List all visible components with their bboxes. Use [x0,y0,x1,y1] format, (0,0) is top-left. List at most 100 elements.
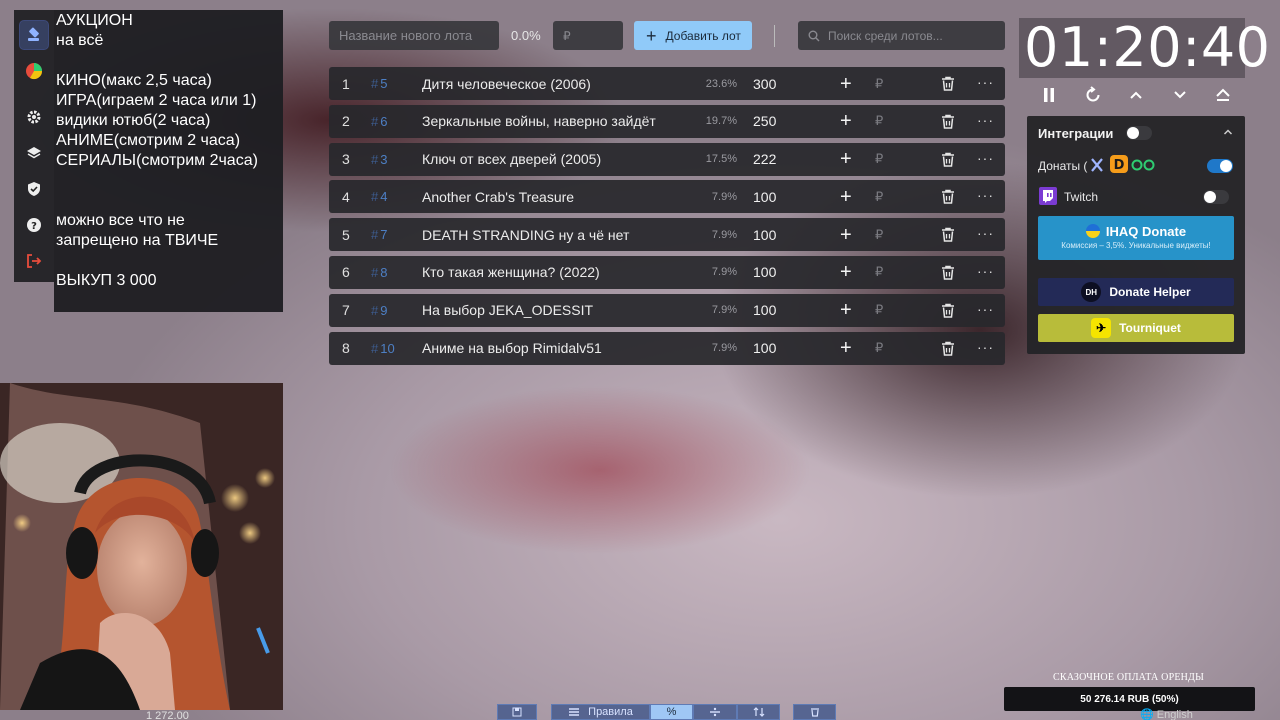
donations-toggle[interactable] [1207,159,1233,173]
add-amount-button[interactable]: + [840,187,852,207]
pie-chart-icon [26,63,43,80]
timer-display: 01:20:40 [1024,16,1271,79]
more-options-icon[interactable]: ··· [977,74,994,90]
rules-button[interactable]: Правила [551,704,650,720]
lot-price-input[interactable]: ₽ [553,21,623,50]
twitch-logo-icon [1039,187,1057,205]
sidebar-stats-button[interactable] [19,56,49,86]
collapse-button[interactable] [1209,82,1237,108]
clear-lots-button[interactable] [793,704,836,720]
rules-label: Правила [588,706,633,718]
tourniquet-button[interactable]: ✈ Tourniquet [1038,314,1234,342]
integrations-panel: Интеграции Донаты ( D Twitch IHAQ Donate… [1027,116,1245,354]
chevron-up-icon [1130,91,1142,99]
divide-icon [710,707,720,717]
lot-id: #3 [371,151,388,167]
lot-amount-input[interactable]: ₽ [875,151,883,167]
sidebar-settings-button[interactable] [19,102,49,132]
add-lot-label: Добавить лот [665,28,741,43]
table-row: 3 #3 Ключ от всех дверей (2005) 17.5% 22… [329,142,1005,176]
add-amount-button[interactable]: + [840,262,852,282]
more-options-icon[interactable]: ··· [977,225,994,241]
lot-search-input[interactable]: Поиск среди лотов... [798,21,1005,50]
shield-icon [28,182,40,196]
layers-icon [27,147,41,159]
lot-name[interactable]: DEATH STRANDING ну а чё нет [422,227,629,243]
save-button[interactable] [497,704,537,720]
lot-amount-input[interactable]: ₽ [875,227,883,243]
lot-percent: 7.9% [711,190,737,203]
more-options-icon[interactable]: ··· [977,112,994,128]
logout-icon [27,254,42,268]
lot-name[interactable]: Зеркальные войны, наверно зайдёт [422,113,656,129]
add-amount-button[interactable]: + [840,74,852,94]
sidebar-logout-button[interactable] [19,246,49,276]
add-lot-button[interactable]: + Добавить лот [634,21,752,50]
trash-icon[interactable] [941,341,955,356]
reset-timer-button[interactable] [1079,82,1107,108]
lot-name[interactable]: На выбор JEKA_ODESSIT [422,302,593,318]
lot-amount-input[interactable]: ₽ [875,189,883,205]
percent-mode-button[interactable]: % [650,704,693,720]
gear-icon [27,110,41,124]
sidebar-security-button[interactable] [19,174,49,204]
lot-name-input[interactable] [329,21,499,50]
twitch-toggle[interactable] [1203,190,1229,204]
sidebar-layers-button[interactable] [19,138,49,168]
trash-icon[interactable] [941,76,955,91]
more-options-icon[interactable]: ··· [977,339,994,355]
language-selector[interactable]: 🌐 English [1140,708,1193,720]
add-amount-button[interactable]: + [840,225,852,245]
lot-id: #8 [371,264,388,280]
lot-amount-input[interactable]: ₽ [875,264,883,280]
timer-controls [1034,82,1234,108]
split-button[interactable] [693,704,737,720]
lot-percent: 7.9% [711,304,737,317]
trash-icon[interactable] [941,189,955,205]
more-options-icon[interactable]: ··· [977,187,994,203]
more-options-icon[interactable]: ··· [977,150,994,166]
sidebar-help-button[interactable]: ? [19,210,49,240]
lot-amount-input[interactable]: ₽ [875,76,883,92]
add-amount-button[interactable]: + [840,338,852,358]
donationalerts-logo-icon: D [1110,155,1128,173]
more-options-icon[interactable]: ··· [977,263,994,279]
add-amount-button[interactable]: + [840,111,852,131]
lot-name[interactable]: Кто такая женщина? (2022) [422,264,600,280]
lot-amount-input[interactable]: ₽ [875,113,883,129]
plus-icon: + [646,25,657,46]
lot-amount-input[interactable]: ₽ [875,340,883,356]
lot-position: 5 [342,226,350,243]
trash-icon[interactable] [941,227,955,242]
lot-name[interactable]: Аниме на выбор Rimidalv51 [422,340,602,356]
add-amount-button[interactable]: + [840,149,852,169]
lot-name[interactable]: Дитя человеческое (2006) [422,76,591,92]
sort-button[interactable] [737,704,780,720]
donations-label: Донаты ( [1038,159,1088,173]
subtract-time-button[interactable] [1166,82,1194,108]
add-time-button[interactable] [1122,82,1150,108]
trash-icon[interactable] [941,152,955,167]
points-counter: 1 272.00 [146,710,189,720]
toolbar: 0.0% ₽ + Добавить лот Поиск среди лотов.… [329,21,1005,50]
lots-table: 1 #5 Дитя человеческое (2006) 23.6% 300 … [329,67,1005,369]
ihaq-donate-button[interactable]: IHAQ Donate Комиссия – 3,5%. Уникальные … [1038,216,1234,260]
lot-amount-input[interactable]: ₽ [875,302,883,318]
more-options-icon[interactable]: ··· [977,301,994,317]
twitch-label: Twitch [1064,190,1099,204]
donate-helper-button[interactable]: DH Donate Helper [1038,278,1234,306]
integrations-toggle[interactable] [1126,126,1152,140]
lot-position: 3 [342,151,350,168]
trash-icon[interactable] [941,265,955,280]
trash-icon[interactable] [941,114,955,129]
chevron-down-icon [1174,91,1186,99]
chevron-up-icon[interactable] [1223,128,1233,136]
integrations-title: Интеграции [1038,126,1114,141]
lot-name[interactable]: Ключ от всех дверей (2005) [422,151,601,167]
lot-name[interactable]: Another Crab's Treasure [422,189,574,205]
trash-icon[interactable] [941,303,955,318]
sidebar-auction-button[interactable] [19,20,49,50]
pause-button[interactable] [1035,82,1063,108]
add-amount-button[interactable]: + [840,300,852,320]
globe-icon: 🌐 [1140,709,1154,720]
